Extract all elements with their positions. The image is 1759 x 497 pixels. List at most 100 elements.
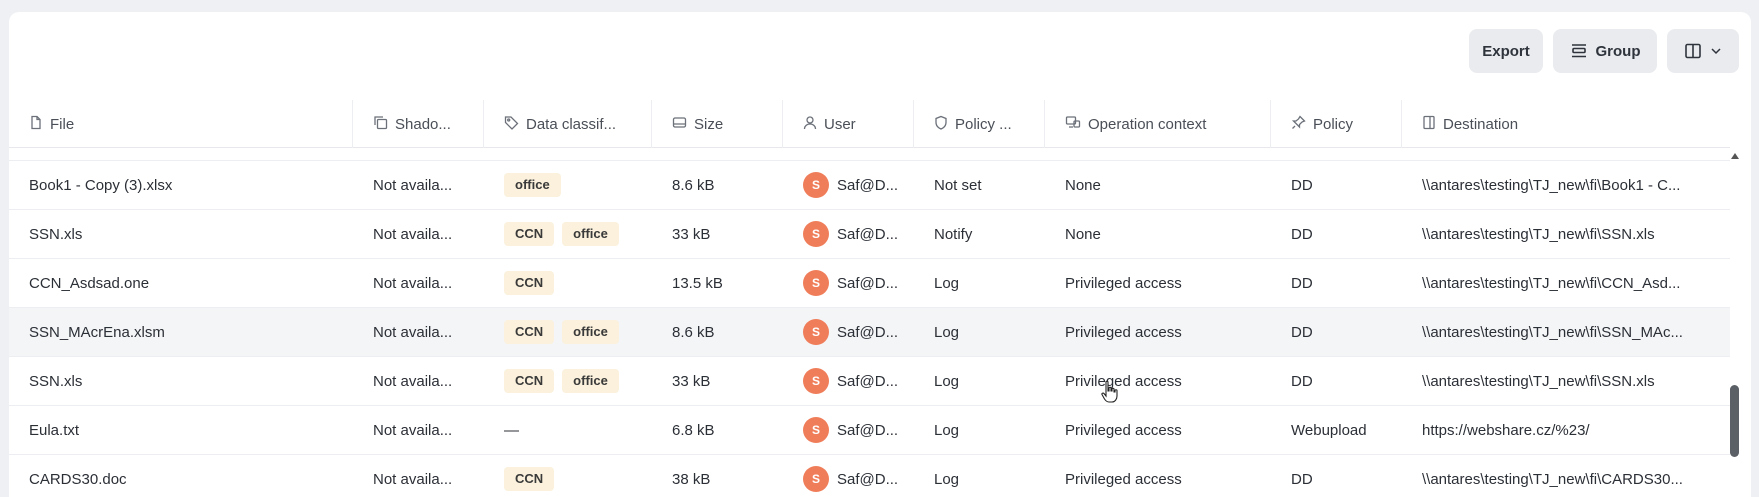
- destination-cell: \\antares\testing\TJ_new\fi\SSN.xls: [1402, 357, 1730, 406]
- classification-tag: CCN: [504, 222, 555, 246]
- user-cell: S Saf@D...: [783, 259, 914, 308]
- destination-icon: [1422, 115, 1436, 134]
- shadow-copy-cell-text: Not availa...: [373, 225, 453, 243]
- shadow-copy-cell-text: Not availa...: [373, 323, 453, 341]
- file-name-cell: SSN.xls: [9, 357, 353, 406]
- operation-context-cell: Privileged access: [1045, 455, 1271, 497]
- avatar: S: [803, 270, 829, 296]
- export-button[interactable]: Export: [1469, 29, 1543, 73]
- classification-tag: office: [504, 173, 561, 197]
- size-cell-text: 6.8 kB: [672, 421, 715, 439]
- file-name-cell: SSN_MAcrEna.xlsm: [9, 308, 353, 357]
- column-header-operation-context[interactable]: Operation context: [1045, 100, 1271, 148]
- size-cell-text: 13.5 kB: [672, 274, 723, 292]
- user-name: Saf@D...: [837, 470, 899, 488]
- user-cell: S Saf@D...: [783, 357, 914, 406]
- file-name-cell: CARDS30.doc: [9, 455, 353, 497]
- avatar: S: [803, 417, 829, 443]
- destination-cell: \\antares\testing\TJ_new\fi\Book1 - C...: [1402, 161, 1730, 210]
- column-header-shado[interactable]: Shado...: [353, 100, 484, 148]
- operation-context-cell: Privileged access: [1045, 259, 1271, 308]
- size-cell: 33 kB: [652, 210, 783, 259]
- column-header-label: Policy ...: [955, 115, 1012, 133]
- classification-tag: CCN: [504, 271, 555, 295]
- column-header-policy[interactable]: Policy: [1271, 100, 1402, 148]
- size-cell: 8.6 kB: [652, 308, 783, 357]
- table-row[interactable]: SSN_MAcrEna.xlsm Not availa... CCN office 8.…: [9, 308, 1730, 357]
- operation-context-cell-text: Privileged access: [1065, 421, 1182, 439]
- table-body: Book1 - Copy (3).xlsx Not availa... office…: [9, 149, 1730, 497]
- export-button-label: Export: [1482, 42, 1530, 60]
- drive-icon: [672, 115, 687, 134]
- destination-cell: \\antares\testing\TJ_new\fi\CARDS30...: [1402, 455, 1730, 497]
- user-name: Saf@D...: [837, 225, 899, 243]
- size-cell-text: 8.6 kB: [672, 323, 715, 341]
- user-name: Saf@D...: [837, 323, 899, 341]
- operation-context-cell-text: None: [1065, 225, 1101, 243]
- operation-context-cell: None: [1045, 210, 1271, 259]
- policy-cell: DD: [1271, 455, 1402, 497]
- column-header-destination[interactable]: Destination: [1402, 100, 1730, 148]
- column-header-user[interactable]: User: [783, 100, 914, 148]
- user-cell: S Saf@D...: [783, 406, 914, 455]
- shadow-copy-cell: Not availa...: [353, 259, 484, 308]
- destination-cell-text: \\antares\testing\TJ_new\fi\SSN.xls: [1422, 225, 1655, 243]
- columns-button[interactable]: [1667, 29, 1739, 73]
- table-row[interactable]: CARDS30.doc Not availa... CCN 38 kB S Saf@D..…: [9, 455, 1730, 497]
- operation-context-cell-text: Privileged access: [1065, 372, 1182, 390]
- user-name: Saf@D...: [837, 421, 899, 439]
- table-row[interactable]: SSN.xls Not availa... CCN office 33 kB S Saf@D…: [9, 357, 1730, 406]
- shadow-copy-cell: Not availa...: [353, 357, 484, 406]
- chevron-down-icon: [1710, 45, 1722, 57]
- table-row[interactable]: CCN_Asdsad.one Not availa... CCN 13.5 kB S Sa…: [9, 259, 1730, 308]
- shadow-copy-cell: Not availa...: [353, 308, 484, 357]
- column-header-label: Operation context: [1088, 115, 1207, 133]
- column-header-file[interactable]: File: [9, 100, 353, 148]
- shadow-copy-cell: Not availa...: [353, 210, 484, 259]
- shadow-copy-cell-text: Not availa...: [373, 372, 453, 390]
- column-header-label: Shado...: [395, 115, 451, 133]
- group-button[interactable]: Group: [1553, 29, 1657, 73]
- destination-cell: https://webshare.cz/%23/: [1402, 406, 1730, 455]
- operation-context-cell: Privileged access: [1045, 406, 1271, 455]
- destination-cell-text: \\antares\testing\TJ_new\fi\SSN.xls: [1422, 372, 1655, 390]
- column-header-policy[interactable]: Policy ...: [914, 100, 1045, 148]
- table-row[interactable]: Eula.txt Not availa... — 6.8 kB S Saf@D... Log…: [9, 406, 1730, 455]
- policy-action-cell-text: Log: [934, 421, 960, 439]
- file-name-cell-text: SSN.xls: [29, 225, 83, 243]
- user-cell: S Saf@D...: [783, 308, 914, 357]
- operation-context-cell-text: Privileged access: [1065, 323, 1182, 341]
- column-header-size[interactable]: Size: [652, 100, 783, 148]
- data-classification-cell: office: [484, 161, 652, 210]
- user-cell: S Saf@D...: [783, 210, 914, 259]
- destination-cell-text: https://webshare.cz/%23/: [1422, 421, 1590, 439]
- policy-cell: DD: [1271, 308, 1402, 357]
- policy-action-cell: Log: [914, 406, 1045, 455]
- file-name-cell-text: SSN_MAcrEna.xlsm: [29, 323, 165, 341]
- policy-action-cell-text: Log: [934, 372, 960, 390]
- destination-cell: \\antares\testing\TJ_new\fi\CCN_Asd...: [1402, 259, 1730, 308]
- table-row[interactable]: Book1 - Copy (3).xlsx Not availa... office…: [9, 161, 1730, 210]
- user-name: Saf@D...: [837, 372, 899, 390]
- scrollbar-thumb[interactable]: [1730, 385, 1739, 457]
- table-header: File Shado... Data classif... Size User Polic…: [9, 100, 1730, 148]
- destination-cell-text: \\antares\testing\TJ_new\fi\Book1 - C...: [1422, 176, 1681, 194]
- policy-cell: DD: [1271, 259, 1402, 308]
- column-header-data-classif[interactable]: Data classif...: [484, 100, 652, 148]
- classification-tag: CCN: [504, 320, 555, 344]
- policy-cell-text: Webupload: [1291, 421, 1367, 439]
- file-name-cell-text: CCN_Asdsad.one: [29, 274, 150, 292]
- policy-cell-text: DD: [1291, 225, 1313, 243]
- policy-action-cell: Log: [914, 455, 1045, 497]
- file-icon: [29, 115, 43, 134]
- data-classification-cell: CCN: [484, 455, 652, 497]
- file-name-cell: SSN.xls: [9, 210, 353, 259]
- size-cell: 13.5 kB: [652, 259, 783, 308]
- policy-action-cell: Log: [914, 259, 1045, 308]
- group-button-label: Group: [1595, 42, 1641, 60]
- scroll-up-arrow-icon[interactable]: [1731, 153, 1739, 159]
- classification-tag: CCN: [504, 369, 555, 393]
- vertical-scrollbar[interactable]: [1729, 149, 1741, 497]
- classification-tag: office: [562, 369, 619, 393]
- table-row[interactable]: SSN.xls Not availa... CCN office 33 kB S Saf@D…: [9, 210, 1730, 259]
